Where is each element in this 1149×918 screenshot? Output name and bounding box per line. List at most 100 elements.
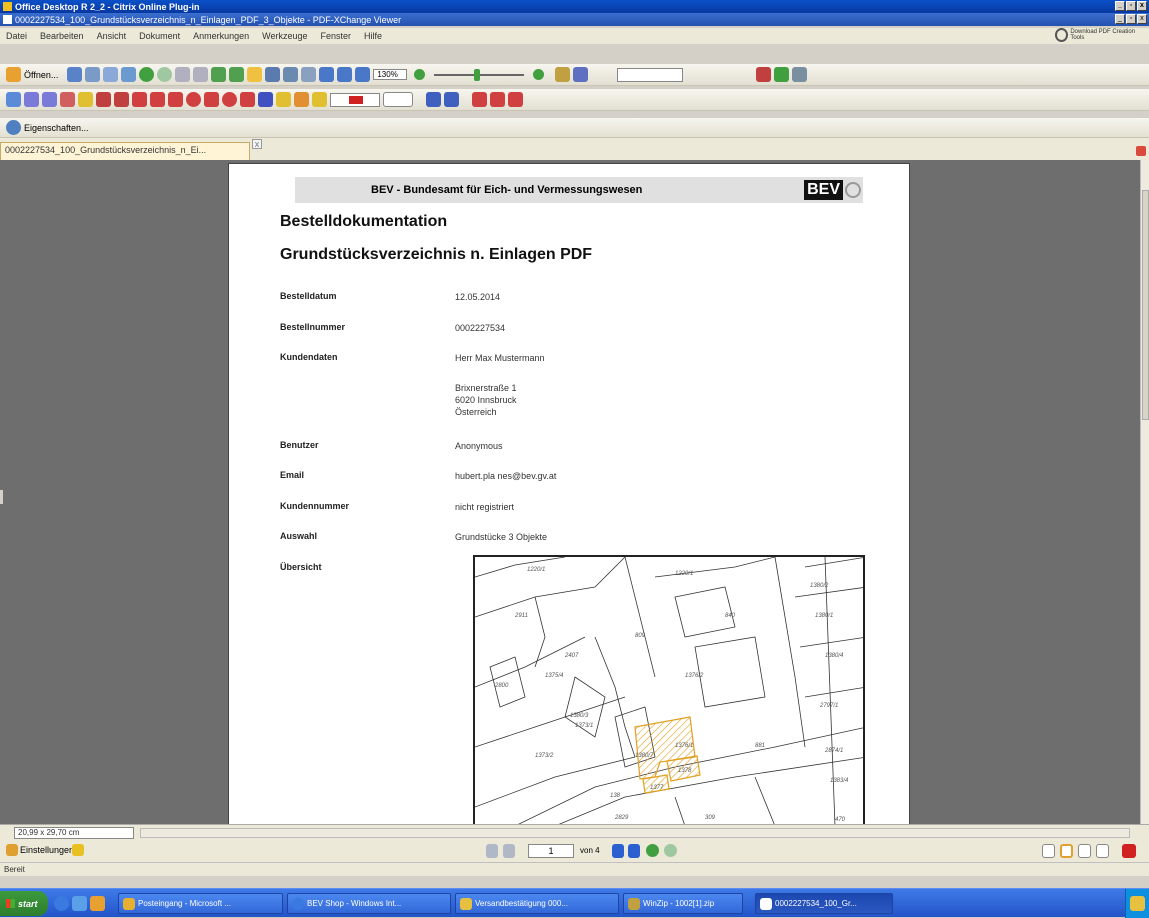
redo-icon[interactable]	[193, 67, 209, 82]
outlook-quicklaunch-icon[interactable]	[90, 896, 105, 911]
continuous-icon[interactable]	[1060, 844, 1073, 858]
horizontal-scrollbar[interactable]	[140, 828, 1130, 838]
underline-icon[interactable]	[114, 92, 129, 107]
single-page-icon[interactable]	[1042, 844, 1055, 858]
menu-edit[interactable]: Bearbeiten	[40, 31, 84, 41]
fit-width-icon[interactable]	[355, 67, 371, 82]
download-pdf-tools-button[interactable]: Download PDF Creation Tools	[1055, 28, 1145, 42]
tray-icon[interactable]	[1130, 896, 1145, 911]
rotate-left-icon[interactable]	[211, 67, 227, 82]
save-icon[interactable]	[67, 67, 83, 82]
menu-document[interactable]: Dokument	[139, 31, 180, 41]
select-icon[interactable]	[247, 67, 263, 82]
taskbar-item-active[interactable]: 0002227534_100_Gr...	[755, 893, 893, 914]
link-icon[interactable]	[490, 92, 505, 107]
document-tab[interactable]: 0002227534_100_Grundstücksverzeichnis_n_…	[0, 142, 250, 160]
menu-help[interactable]: Hilfe	[364, 31, 382, 41]
line-width-icon[interactable]	[383, 92, 413, 107]
zoom-icon[interactable]	[301, 67, 317, 82]
rotate-right-icon[interactable]	[229, 67, 245, 82]
inner-minimize-button[interactable]: _	[1115, 14, 1125, 24]
zoom-in-icon[interactable]	[533, 69, 545, 80]
line-icon[interactable]	[150, 92, 165, 107]
note-icon[interactable]	[60, 92, 75, 107]
color-picker[interactable]	[330, 92, 380, 107]
back-icon[interactable]	[139, 67, 155, 82]
hand-icon[interactable]	[265, 67, 281, 82]
search-input[interactable]	[617, 67, 684, 82]
rectangle-icon[interactable]	[168, 92, 183, 107]
last-page-icon[interactable]	[628, 844, 640, 858]
continuous-facing-icon[interactable]	[1096, 844, 1109, 858]
tab-close-icon[interactable]: x	[252, 139, 262, 149]
pencil-icon[interactable]	[276, 92, 291, 107]
fit-page-icon[interactable]	[337, 67, 353, 82]
taskbar-item[interactable]: WinZip - 1002[1].zip	[623, 893, 743, 914]
menu-tools[interactable]: Werkzeuge	[262, 31, 307, 41]
scan-icon[interactable]	[121, 67, 137, 82]
highlight-icon[interactable]	[78, 92, 93, 107]
stamp-tool-icon[interactable]	[312, 92, 327, 107]
eraser-icon[interactable]	[294, 92, 309, 107]
left-panel-handle[interactable]	[0, 490, 3, 504]
menu-view[interactable]: Ansicht	[97, 31, 127, 41]
snapshot-icon[interactable]	[283, 67, 299, 82]
zoom-out-icon[interactable]	[414, 69, 426, 80]
email-icon[interactable]	[103, 67, 119, 82]
taskbar-item[interactable]: BEV Shop - Windows Int...	[287, 893, 451, 914]
oval-icon[interactable]	[186, 92, 201, 107]
cloud-icon[interactable]	[222, 92, 237, 107]
pushpin-icon[interactable]	[258, 92, 273, 107]
signature-icon[interactable]	[472, 92, 487, 107]
zoom-slider[interactable]	[434, 68, 525, 81]
first-page-icon[interactable]	[486, 844, 498, 858]
settings-button[interactable]: Einstellungen	[20, 845, 74, 855]
attach-icon[interactable]	[792, 67, 808, 82]
stamp-icon[interactable]	[774, 67, 790, 82]
quicklaunch-icon[interactable]	[72, 896, 87, 911]
close-button[interactable]: x	[1137, 1, 1147, 11]
textbox-icon[interactable]	[24, 92, 39, 107]
area-icon[interactable]	[444, 92, 459, 107]
facing-icon[interactable]	[1078, 844, 1091, 858]
inner-close-button[interactable]: x	[1137, 14, 1147, 24]
start-button[interactable]: start	[0, 891, 48, 916]
properties-button[interactable]: Eigenschaften...	[24, 123, 89, 133]
taskbar-item[interactable]: Versandbestätigung 000...	[455, 893, 619, 914]
menu-window[interactable]: Fenster	[321, 31, 352, 41]
inner-maximize-button[interactable]: ▫	[1126, 14, 1136, 24]
zoom-slider-thumb[interactable]	[474, 68, 481, 81]
go-forward-icon[interactable]	[664, 844, 677, 857]
forward-icon[interactable]	[157, 67, 173, 82]
menu-file[interactable]: Datei	[6, 31, 27, 41]
prev-page-icon[interactable]	[503, 844, 515, 858]
go-back-icon[interactable]	[646, 844, 659, 857]
maximize-button[interactable]: ▫	[1126, 1, 1136, 11]
measure-icon[interactable]	[426, 92, 441, 107]
search-icon[interactable]	[555, 67, 571, 82]
vertical-scrollbar-thumb[interactable]	[1142, 190, 1149, 420]
print-icon[interactable]	[85, 67, 101, 82]
polyline-icon[interactable]	[240, 92, 255, 107]
strikeout-icon[interactable]	[96, 92, 111, 107]
zoom-select[interactable]: 130%	[373, 69, 408, 80]
arrow-icon[interactable]	[132, 92, 147, 107]
actual-size-icon[interactable]	[319, 67, 335, 82]
menu-comments[interactable]: Anmerkungen	[193, 31, 249, 41]
settings-icon[interactable]	[6, 844, 18, 856]
properties-icon[interactable]	[6, 120, 21, 135]
minimize-button[interactable]: _	[1115, 1, 1125, 11]
tools-icon[interactable]	[756, 67, 772, 82]
undo-icon[interactable]	[175, 67, 191, 82]
sound-icon[interactable]	[508, 92, 523, 107]
polygon-icon[interactable]	[204, 92, 219, 107]
taskbar-item[interactable]: Posteingang - Microsoft ...	[118, 893, 283, 914]
page-number-input[interactable]: 1	[528, 844, 574, 858]
comment-icon[interactable]	[6, 92, 21, 107]
next-page-icon[interactable]	[612, 844, 624, 858]
close-document-icon[interactable]	[1136, 146, 1146, 156]
document-viewport[interactable]: BEV - Bundesamt für Eich- und Vermessung…	[0, 160, 1140, 824]
warning-icon[interactable]	[72, 844, 84, 856]
open-folder-icon[interactable]	[6, 67, 21, 82]
ie-icon[interactable]	[54, 896, 69, 911]
